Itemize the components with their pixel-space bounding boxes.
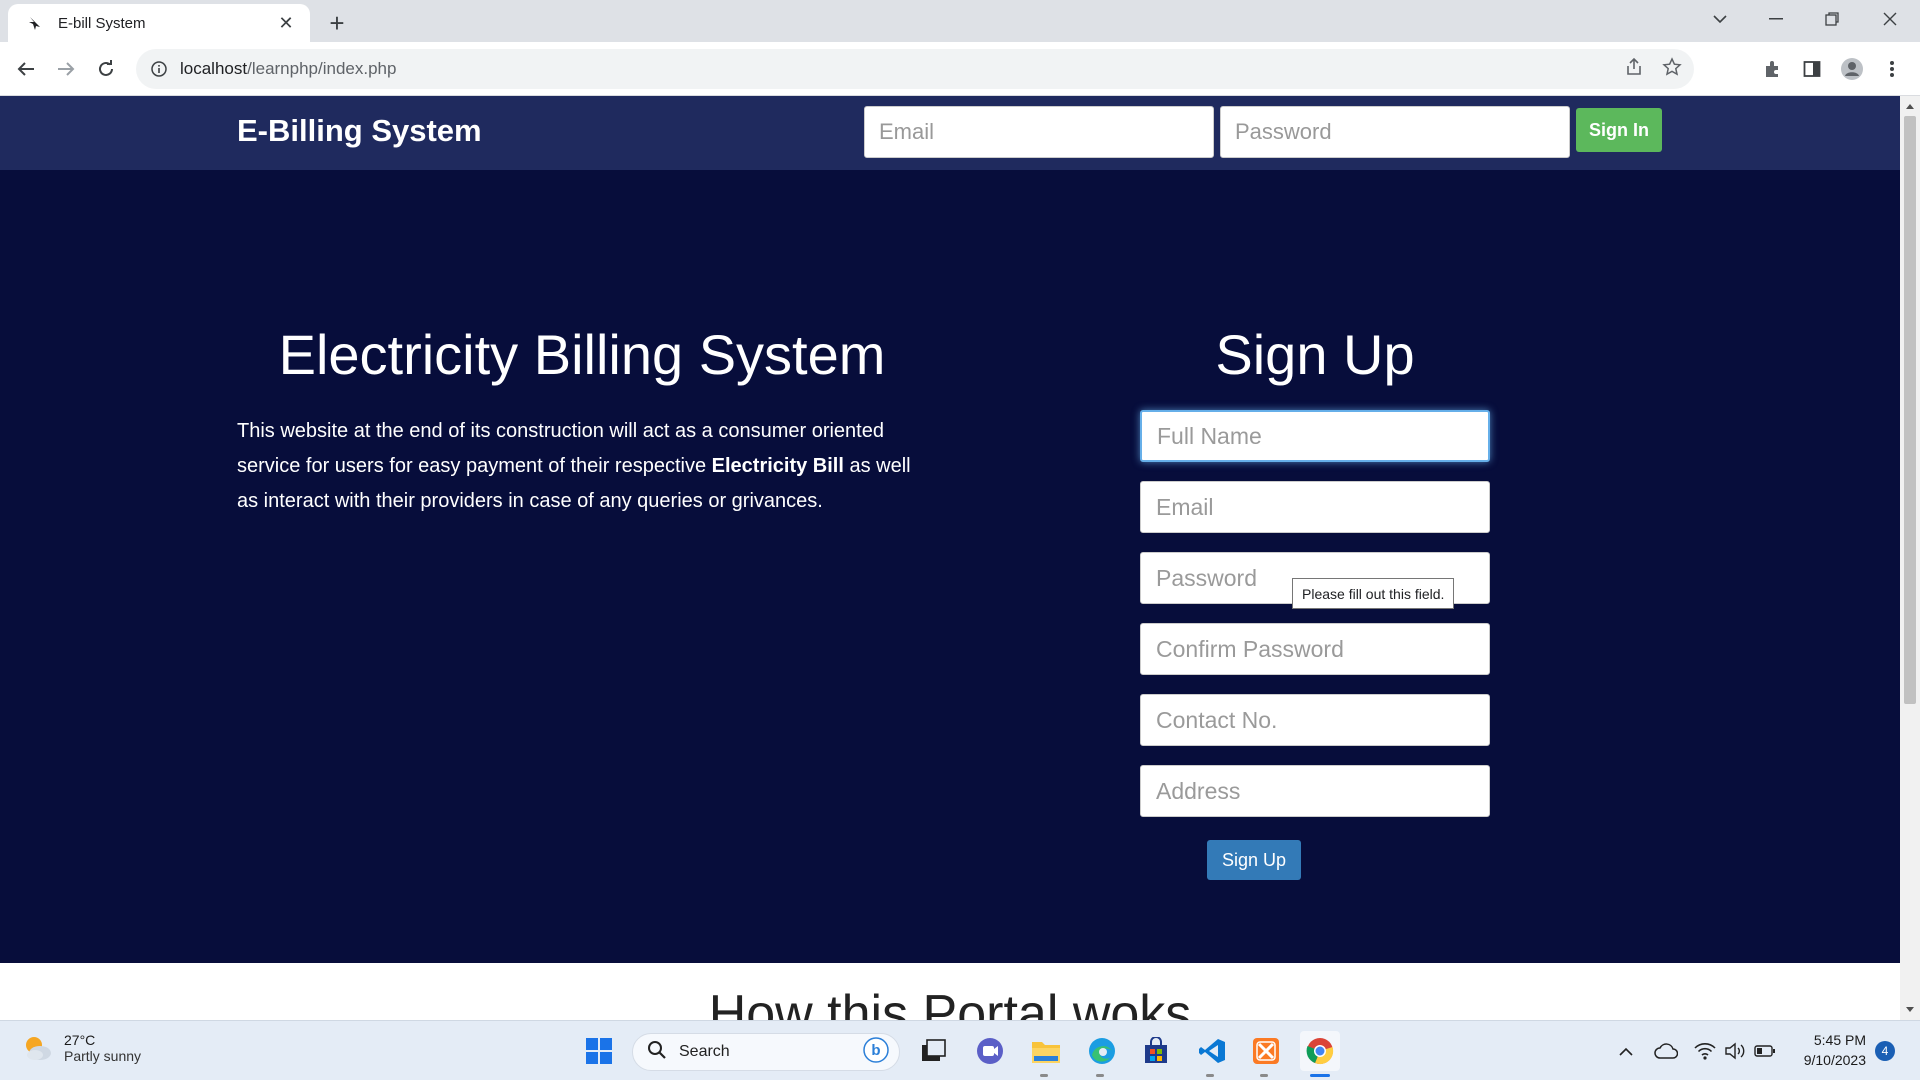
file-explorer-icon[interactable]: [1026, 1031, 1066, 1071]
address-bar: localhost/learnphp/index.php: [0, 42, 1920, 96]
forward-arrow-icon[interactable]: [50, 53, 82, 85]
page-viewport: E-Billing System Sign In Electricity Bil…: [0, 96, 1900, 1020]
xampp-icon[interactable]: [1246, 1031, 1286, 1071]
validation-tooltip: Please fill out this field.: [1292, 578, 1455, 609]
running-indicator: [1040, 1074, 1048, 1077]
scroll-thumb[interactable]: [1904, 116, 1916, 704]
wifi-icon[interactable]: [1692, 1039, 1718, 1063]
side-panel-icon[interactable]: [1796, 53, 1828, 85]
url-path: /learnphp/index.php: [247, 59, 397, 78]
bing-icon[interactable]: b: [863, 1036, 889, 1068]
running-indicator: [1260, 1074, 1268, 1077]
page-scrollbar[interactable]: [1900, 96, 1920, 1020]
address-input[interactable]: [1140, 765, 1490, 817]
weather-description: Partly sunny: [64, 1048, 142, 1064]
system-clock[interactable]: 5:45 PM 9/10/2023: [1782, 1030, 1866, 1070]
signup-title: Sign Up: [1215, 323, 1415, 386]
url-host: localhost: [180, 59, 248, 78]
active-app-indicator: [1310, 1074, 1330, 1077]
battery-icon[interactable]: [1752, 1039, 1778, 1063]
hero-text-bold: Electricity Bill: [711, 455, 844, 477]
notification-badge[interactable]: 4: [1875, 1041, 1895, 1061]
scroll-down-arrow-icon[interactable]: [1900, 1002, 1920, 1018]
search-icon: [647, 1040, 667, 1065]
tab-search-icon[interactable]: [1692, 0, 1748, 38]
microsoft-store-icon[interactable]: [1136, 1031, 1176, 1071]
scroll-up-arrow-icon[interactable]: [1900, 98, 1920, 114]
browser-tab[interactable]: E-bill System ✕: [8, 4, 310, 42]
fullname-input[interactable]: [1140, 410, 1490, 462]
close-tab-icon[interactable]: ✕: [274, 11, 298, 35]
close-window-icon[interactable]: [1862, 0, 1918, 38]
contact-number-input[interactable]: [1140, 694, 1490, 746]
signup-button[interactable]: Sign Up: [1207, 840, 1301, 880]
windows-start-icon[interactable]: [579, 1031, 619, 1071]
signin-button[interactable]: Sign In: [1576, 108, 1662, 152]
site-favicon-icon: [26, 14, 44, 32]
search-label: Search: [679, 1043, 730, 1060]
confirm-password-input[interactable]: [1140, 623, 1490, 675]
omnibox[interactable]: localhost/learnphp/index.php: [136, 49, 1694, 89]
section-heading: How this Portal woks: [708, 985, 1192, 1020]
hero-title: Electricity Billing System: [278, 323, 886, 386]
minimize-icon[interactable]: [1748, 0, 1804, 38]
signin-password-input[interactable]: [1220, 106, 1570, 158]
extensions-icon[interactable]: [1756, 53, 1788, 85]
reload-icon[interactable]: [90, 53, 122, 85]
hero-section: Electricity Billing System This website …: [0, 170, 1900, 963]
more-menu-icon[interactable]: [1876, 53, 1908, 85]
weather-temperature: 27°C: [64, 1032, 96, 1048]
clock-date: 9/10/2023: [1803, 1052, 1866, 1068]
profile-avatar-icon[interactable]: [1836, 53, 1868, 85]
partly-sunny-icon: [26, 1037, 51, 1060]
volume-icon[interactable]: [1722, 1039, 1748, 1063]
show-hidden-icons-chevron-icon[interactable]: [1613, 1039, 1639, 1063]
svg-text:b: b: [871, 1042, 880, 1059]
signin-email-input[interactable]: [864, 106, 1214, 158]
hero-description: This website at the end of its construct…: [237, 414, 937, 519]
onedrive-cloud-icon[interactable]: [1653, 1039, 1679, 1063]
new-tab-icon[interactable]: +: [322, 8, 352, 38]
restore-icon[interactable]: [1804, 0, 1860, 38]
tab-title: E-bill System: [58, 14, 146, 32]
edge-browser-icon[interactable]: [1082, 1031, 1122, 1071]
browser-tab-bar: E-bill System ✕ +: [0, 0, 1920, 42]
task-view-icon[interactable]: [914, 1031, 954, 1071]
clock-time: 5:45 PM: [1813, 1032, 1866, 1048]
weather-widget[interactable]: 27°C Partly sunny: [20, 1031, 141, 1065]
vscode-icon[interactable]: [1192, 1031, 1232, 1071]
taskbar-search[interactable]: Search b: [632, 1033, 900, 1071]
back-arrow-icon[interactable]: [10, 53, 42, 85]
chrome-icon[interactable]: [1300, 1031, 1340, 1071]
taskbar: 27°C Partly sunny Search b 5:45 PM 9/10/…: [0, 1020, 1920, 1080]
email-input[interactable]: [1140, 481, 1490, 533]
running-indicator: [1096, 1074, 1104, 1077]
site-navbar: E-Billing System Sign In: [0, 96, 1900, 170]
site-info-icon[interactable]: [150, 60, 168, 78]
running-indicator: [1206, 1074, 1214, 1077]
site-brand[interactable]: E-Billing System: [237, 113, 482, 149]
bookmark-star-icon[interactable]: [1662, 57, 1682, 82]
teams-chat-icon[interactable]: [970, 1031, 1010, 1071]
url-text: localhost/learnphp/index.php: [180, 59, 396, 79]
share-icon[interactable]: [1624, 57, 1644, 82]
